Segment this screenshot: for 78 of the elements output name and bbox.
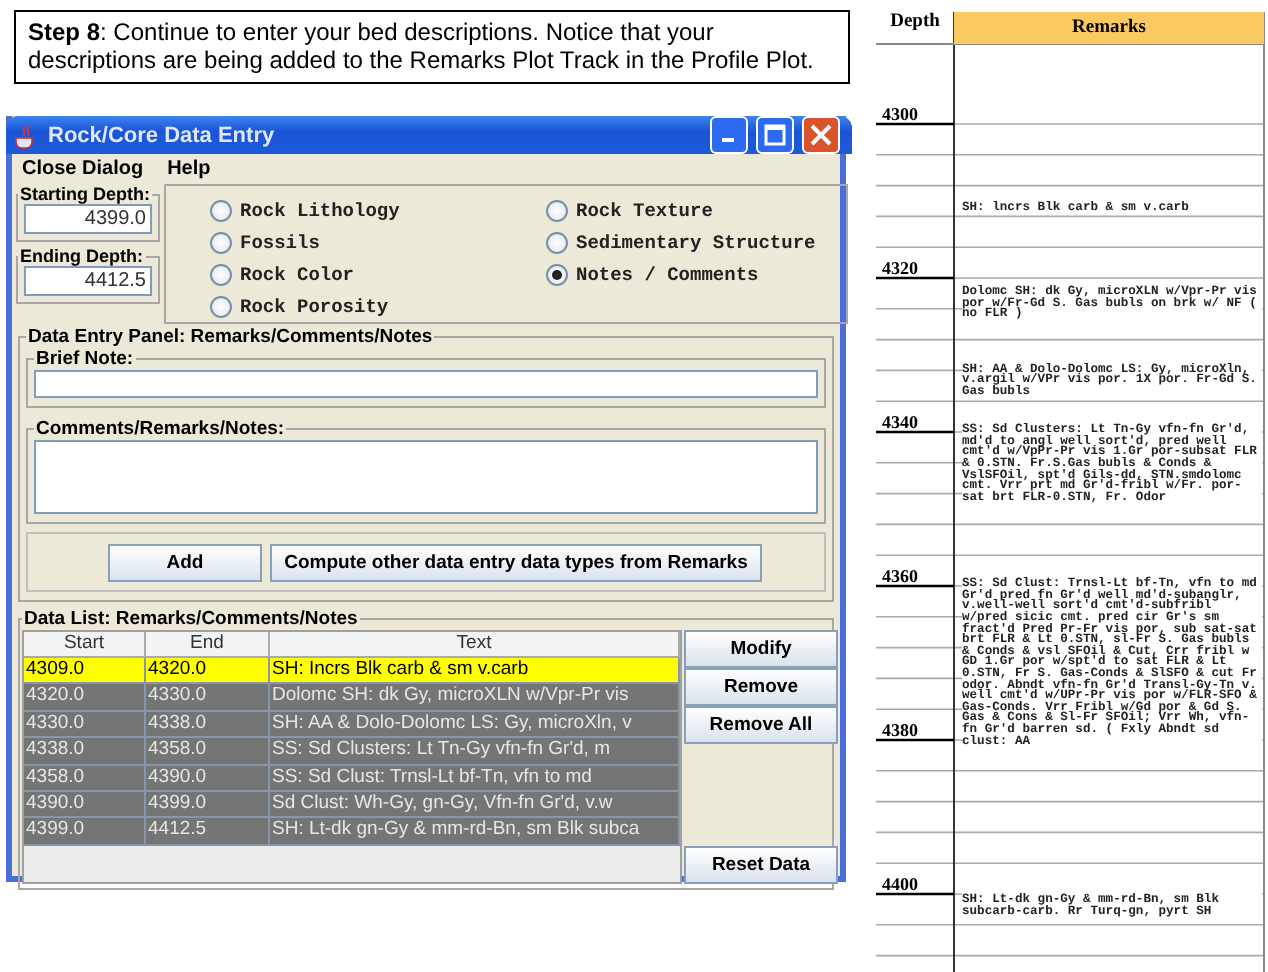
table-cell: SS: Sd Clusters: Lt Tn-Gy vfn-fn Gr'd, m [270, 738, 680, 764]
table-cell: SH: Incrs Blk carb & sm v.carb [270, 658, 680, 683]
ending-depth-label: Ending Depth: [18, 246, 145, 266]
table-cell: 4330.0 [24, 711, 146, 737]
table-row[interactable]: 4358.0 4390.0 SS: Sd Clust: Trnsl-Lt bf-Tn, vfn to md [24, 765, 680, 792]
table-cell: 4399.0 [146, 791, 270, 817]
table-cell: 4320.0 [146, 658, 270, 683]
table-cell: 4338.0 [146, 711, 270, 737]
radio-option[interactable]: Rock Color [210, 258, 546, 290]
panel-title: Data Entry Panel: Remarks/Comments/Notes [26, 326, 435, 348]
radio-button[interactable] [546, 231, 568, 253]
table-cell: SS: Sd Clust: Trnsl-Lt bf-Tn, vfn to md [270, 765, 680, 790]
brief-note-field[interactable] [34, 370, 818, 398]
radio-button[interactable] [546, 263, 568, 285]
depth-label: 4320 [882, 260, 918, 278]
table-cell: Dolomc SH: dk Gy, microXLN w/Vpr-Pr vis [270, 684, 680, 710]
column-header[interactable]: Start [24, 632, 146, 656]
menu-item[interactable]: Help [167, 158, 211, 180]
depth-label: 4340 [882, 414, 918, 432]
radio-button[interactable] [210, 231, 232, 253]
radio-option[interactable]: Rock Porosity [210, 290, 546, 322]
close-icon [810, 124, 832, 146]
minimize-button[interactable] [710, 116, 748, 154]
panel-title: Data List: Remarks/Comments/Notes [22, 608, 360, 630]
table-cell: SH: AA & Dolo-Dolomc LS: Gy, microXln, v [270, 711, 680, 737]
table-row[interactable]: 4399.0 4412.5 SH: Lt-dk gn-Gy & mm-rd-Bn, sm Blk subca [24, 818, 680, 846]
column-header: Remarks [954, 12, 1264, 44]
comments-field[interactable] [34, 440, 818, 514]
depth-label: 4400 [882, 876, 918, 894]
table-cell: SH: Lt-dk gn-Gy & mm-rd-Bn, sm Blk subca [270, 818, 680, 844]
radio-button[interactable] [210, 263, 232, 285]
table-row[interactable]: 4338.0 4358.0 SS: Sd Clusters: Lt Tn-Gy vfn-fn Gr'd, m [24, 738, 680, 766]
instruction-text: Step 8: Continue to enter your bed descriptions. Notice that your descriptions are being added to the Remarks Plot Track in the Profile Plot. [14, 10, 850, 84]
radio-option[interactable]: Notes / Comments [546, 258, 846, 290]
table-cell: Sd Clust: Wh-Gy, gn-Gy, Vfn-fn Gr'd, v.w [270, 791, 680, 817]
reset-button[interactable]: Reset Data [684, 846, 838, 884]
close-button[interactable] [802, 116, 840, 154]
radio-button[interactable] [210, 295, 232, 317]
ending-depth-field[interactable]: 4412.5 [24, 266, 152, 296]
table-row[interactable]: 4320.0 4330.0 Dolomc SH: dk Gy, microXLN w/Vpr-Pr vis [24, 684, 680, 712]
radio-button[interactable] [546, 199, 568, 221]
maximize-icon [764, 124, 786, 146]
radio-button[interactable] [210, 199, 232, 221]
add-button[interactable]: Add [108, 544, 262, 582]
column-header: Depth [888, 12, 942, 36]
action-button[interactable]: Remove All [684, 706, 838, 744]
field-label: Brief Note: [34, 348, 136, 370]
table-cell: 4412.5 [146, 818, 270, 844]
table-row[interactable]: 4309.0 4320.0 SH: Incrs Blk carb & sm v.carb [24, 658, 680, 685]
table-cell: 4320.0 [24, 684, 146, 710]
depth-label: 4360 [882, 568, 918, 586]
table-cell: 4338.0 [24, 738, 146, 764]
action-button[interactable]: Modify [684, 630, 838, 668]
table-cell: 4309.0 [24, 658, 146, 683]
maximize-button[interactable] [756, 116, 794, 154]
depth-label: 4300 [882, 106, 918, 124]
column-header[interactable]: End [146, 632, 270, 656]
starting-depth-field[interactable]: 4399.0 [24, 204, 152, 234]
table-row[interactable]: 4330.0 4338.0 SH: AA & Dolo-Dolomc LS: Gy, microXln, v [24, 711, 680, 739]
window-title: Rock/Core Data Entry [48, 123, 277, 147]
column-header[interactable]: Text [270, 632, 680, 656]
action-button[interactable]: Remove [684, 668, 838, 706]
table-cell: 4390.0 [146, 765, 270, 790]
table-cell: 4358.0 [146, 738, 270, 764]
radio-option[interactable]: Rock Texture [546, 194, 846, 226]
table-cell: 4358.0 [24, 765, 146, 790]
table-cell: 4330.0 [146, 684, 270, 710]
menu-item[interactable]: Close Dialog [22, 158, 144, 180]
depth-label: 4380 [882, 722, 918, 740]
radio-option[interactable]: Rock Lithology [210, 194, 546, 226]
radio-option[interactable]: Sedimentary Structure [546, 226, 846, 258]
compute-button[interactable]: Compute other data entry data types from Remarks [270, 544, 762, 582]
table-row[interactable]: 4390.0 4399.0 Sd Clust: Wh-Gy, gn-Gy, Vfn-fn Gr'd, v.w [24, 791, 680, 819]
field-label: Comments/Remarks/Notes: [34, 418, 287, 440]
table-cell: 4390.0 [24, 791, 146, 817]
starting-depth-label: Starting Depth: [18, 184, 152, 204]
table-cell: 4399.0 [24, 818, 146, 844]
radio-option[interactable]: Fossils [210, 226, 546, 258]
